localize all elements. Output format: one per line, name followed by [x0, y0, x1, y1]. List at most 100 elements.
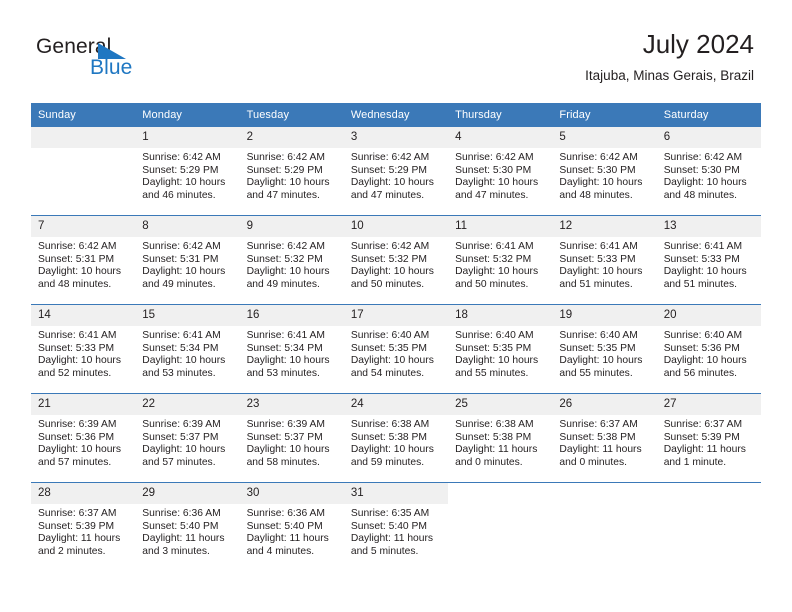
- sunset-text: Sunset: 5:33 PM: [38, 342, 115, 354]
- calendar-day-cell[interactable]: 11 Sunrise: 6:41 AM Sunset: 5:32 PM Dayligh…: [448, 215, 553, 305]
- sunrise-text: Sunrise: 6:40 AM: [663, 330, 743, 341]
- calendar-day-cell[interactable]: 3 Sunrise: 6:42 AM Sunset: 5:29 PM Daylight…: [343, 126, 449, 216]
- daylight-text: Daylight: 11 hours and 0 minutes.: [559, 444, 642, 468]
- sunrise-text: Sunrise: 6:42 AM: [350, 241, 430, 252]
- sunset-text: Sunset: 5:34 PM: [142, 342, 219, 354]
- daylight-text: Daylight: 11 hours and 2 minutes.: [38, 533, 121, 557]
- calendar-day-cell[interactable]: 7 Sunrise: 6:42 AM Sunset: 5:31 PM Daylight…: [31, 215, 136, 305]
- sunset-text: Sunset: 5:30 PM: [455, 164, 532, 176]
- day-sun-info: Sunrise: 6:40 AM Sunset: 5:35 PM Daylight:…: [344, 326, 448, 380]
- weekday-header-saturday: Saturday: [656, 103, 761, 127]
- day-sun-info: Sunrise: 6:42 AM Sunset: 5:29 PM Daylight:…: [135, 148, 239, 202]
- day-sun-info: Sunrise: 6:41 AM Sunset: 5:33 PM Daylight:…: [552, 237, 656, 291]
- calendar-day-cell[interactable]: 25 Sunrise: 6:38 AM Sunset: 5:38 PM Dayligh…: [448, 393, 553, 483]
- day-number: 8: [135, 216, 240, 237]
- calendar-day-cell[interactable]: 30 Sunrise: 6:36 AM Sunset: 5:40 PM Dayligh…: [239, 482, 344, 571]
- calendar-day-cell[interactable]: 29 Sunrise: 6:36 AM Sunset: 5:40 PM Dayligh…: [135, 482, 240, 571]
- calendar-day-cell[interactable]: 20 Sunrise: 6:40 AM Sunset: 5:36 PM Dayligh…: [656, 304, 761, 394]
- calendar-week-row: 1 Sunrise: 6:42 AM Sunset: 5:29 PM Daylight…: [31, 126, 761, 216]
- calendar-day-cell[interactable]: 14 Sunrise: 6:41 AM Sunset: 5:33 PM Dayligh…: [31, 304, 136, 394]
- daylight-text: Daylight: 10 hours and 57 minutes.: [38, 444, 121, 468]
- calendar-day-cell[interactable]: 4 Sunrise: 6:42 AM Sunset: 5:30 PM Daylight…: [448, 126, 553, 216]
- calendar-day-cell[interactable]: 2 Sunrise: 6:42 AM Sunset: 5:29 PM Daylight…: [239, 126, 344, 216]
- calendar-day-cell[interactable]: 21 Sunrise: 6:39 AM Sunset: 5:36 PM Dayligh…: [31, 393, 136, 483]
- calendar-day-cell[interactable]: 8 Sunrise: 6:42 AM Sunset: 5:31 PM Daylight…: [135, 215, 240, 305]
- calendar-day-cell[interactable]: 19 Sunrise: 6:40 AM Sunset: 5:35 PM Dayligh…: [552, 304, 657, 394]
- calendar-week-row: 7 Sunrise: 6:42 AM Sunset: 5:31 PM Daylight…: [31, 215, 761, 305]
- sunset-text: Sunset: 5:37 PM: [142, 431, 219, 443]
- calendar-day-cell[interactable]: 12 Sunrise: 6:41 AM Sunset: 5:33 PM Dayligh…: [552, 215, 657, 305]
- sunset-text: Sunset: 5:35 PM: [559, 342, 636, 354]
- day-sun-info: Sunrise: 6:38 AM Sunset: 5:38 PM Daylight:…: [448, 415, 552, 469]
- weekday-header-wednesday: Wednesday: [343, 103, 449, 127]
- calendar-day-cell[interactable]: 10 Sunrise: 6:42 AM Sunset: 5:32 PM Dayligh…: [343, 215, 449, 305]
- calendar-day-cell[interactable]: 23 Sunrise: 6:39 AM Sunset: 5:37 PM Dayligh…: [239, 393, 344, 483]
- calendar-day-cell[interactable]: 9 Sunrise: 6:42 AM Sunset: 5:32 PM Daylight…: [239, 215, 344, 305]
- calendar-day-cell[interactable]: 31 Sunrise: 6:35 AM Sunset: 5:40 PM Dayligh…: [343, 482, 449, 571]
- sunset-text: Sunset: 5:35 PM: [455, 342, 532, 354]
- sunrise-text: Sunrise: 6:39 AM: [246, 419, 325, 430]
- day-number: [448, 483, 553, 504]
- weekday-header-thursday: Thursday: [448, 103, 553, 127]
- calendar-day-cell[interactable]: 26 Sunrise: 6:37 AM Sunset: 5:38 PM Dayligh…: [552, 393, 657, 483]
- calendar-day-cell[interactable]: 15 Sunrise: 6:41 AM Sunset: 5:34 PM Dayligh…: [135, 304, 240, 394]
- day-sun-info: Sunrise: 6:42 AM Sunset: 5:31 PM Daylight:…: [31, 237, 135, 291]
- day-number: 25: [448, 394, 553, 415]
- calendar-page: General Blue July 2024 Itajuba, Minas Ge…: [0, 0, 792, 612]
- calendar-day-cell[interactable]: 1 Sunrise: 6:42 AM Sunset: 5:29 PM Daylight…: [135, 126, 240, 216]
- brand-logo[interactable]: General Blue: [36, 36, 216, 88]
- sunrise-text: Sunrise: 6:39 AM: [142, 419, 221, 430]
- calendar-day-cell[interactable]: 22 Sunrise: 6:39 AM Sunset: 5:37 PM Dayligh…: [135, 393, 240, 483]
- sunset-text: Sunset: 5:40 PM: [142, 520, 219, 532]
- daylight-text: Daylight: 11 hours and 0 minutes.: [455, 444, 538, 468]
- day-sun-info: Sunrise: 6:40 AM Sunset: 5:35 PM Daylight:…: [448, 326, 552, 380]
- day-number: 6: [656, 127, 761, 148]
- day-sun-info: Sunrise: 6:36 AM Sunset: 5:40 PM Daylight:…: [240, 504, 344, 558]
- day-sun-info: Sunrise: 6:42 AM Sunset: 5:31 PM Daylight:…: [135, 237, 239, 291]
- calendar-day-cell-empty: [448, 482, 553, 571]
- calendar-week-row: 21 Sunrise: 6:39 AM Sunset: 5:36 PM Dayligh…: [31, 393, 761, 483]
- calendar-day-cell[interactable]: 24 Sunrise: 6:38 AM Sunset: 5:38 PM Dayligh…: [343, 393, 449, 483]
- day-number: 5: [552, 127, 657, 148]
- day-number: 21: [31, 394, 136, 415]
- day-number: [552, 483, 657, 504]
- calendar-day-cell[interactable]: 27 Sunrise: 6:37 AM Sunset: 5:39 PM Dayligh…: [656, 393, 761, 483]
- day-sun-info: Sunrise: 6:42 AM Sunset: 5:29 PM Daylight:…: [240, 148, 344, 202]
- calendar-day-cell[interactable]: 16 Sunrise: 6:41 AM Sunset: 5:34 PM Dayligh…: [239, 304, 344, 394]
- calendar-day-cell[interactable]: 17 Sunrise: 6:40 AM Sunset: 5:35 PM Dayligh…: [343, 304, 449, 394]
- daylight-text: Daylight: 10 hours and 57 minutes.: [142, 444, 226, 468]
- day-number: [656, 483, 761, 504]
- sunrise-text: Sunrise: 6:37 AM: [38, 508, 117, 519]
- sunrise-text: Sunrise: 6:35 AM: [350, 508, 430, 519]
- day-number: 2: [239, 127, 344, 148]
- sunset-text: Sunset: 5:29 PM: [350, 164, 427, 176]
- day-sun-info: Sunrise: 6:42 AM Sunset: 5:29 PM Daylight:…: [344, 148, 448, 202]
- daylight-text: Daylight: 10 hours and 49 minutes.: [142, 266, 226, 290]
- sunset-text: Sunset: 5:32 PM: [246, 253, 323, 265]
- calendar-day-cell[interactable]: 13 Sunrise: 6:41 AM Sunset: 5:33 PM Dayligh…: [656, 215, 761, 305]
- sunrise-text: Sunrise: 6:42 AM: [455, 152, 534, 163]
- calendar-week-row: 28 Sunrise: 6:37 AM Sunset: 5:39 PM Dayligh…: [31, 482, 761, 571]
- calendar-day-cell[interactable]: 18 Sunrise: 6:40 AM Sunset: 5:35 PM Dayligh…: [448, 304, 553, 394]
- sunset-text: Sunset: 5:32 PM: [350, 253, 427, 265]
- sunrise-text: Sunrise: 6:41 AM: [142, 330, 221, 341]
- day-sun-info: Sunrise: 6:37 AM Sunset: 5:39 PM Daylight:…: [657, 415, 761, 469]
- day-sun-info: Sunrise: 6:36 AM Sunset: 5:40 PM Daylight:…: [135, 504, 239, 558]
- daylight-text: Daylight: 10 hours and 56 minutes.: [663, 355, 747, 379]
- day-sun-info: Sunrise: 6:42 AM Sunset: 5:30 PM Daylight:…: [657, 148, 761, 202]
- weekday-header-friday: Friday: [552, 103, 657, 127]
- day-sun-info: Sunrise: 6:42 AM Sunset: 5:32 PM Daylight:…: [344, 237, 448, 291]
- daylight-text: Daylight: 10 hours and 53 minutes.: [246, 355, 330, 379]
- day-number: 19: [552, 305, 657, 326]
- daylight-text: Daylight: 10 hours and 50 minutes.: [350, 266, 434, 290]
- day-sun-info: Sunrise: 6:41 AM Sunset: 5:33 PM Daylight:…: [657, 237, 761, 291]
- calendar-day-cell[interactable]: 28 Sunrise: 6:37 AM Sunset: 5:39 PM Dayligh…: [31, 482, 136, 571]
- calendar-day-cell[interactable]: 6 Sunrise: 6:42 AM Sunset: 5:30 PM Daylight…: [656, 126, 761, 216]
- calendar-day-cell[interactable]: 5 Sunrise: 6:42 AM Sunset: 5:30 PM Daylight…: [552, 126, 657, 216]
- sunset-text: Sunset: 5:40 PM: [350, 520, 427, 532]
- sunset-text: Sunset: 5:36 PM: [38, 431, 115, 443]
- day-sun-info: Sunrise: 6:42 AM Sunset: 5:30 PM Daylight:…: [448, 148, 552, 202]
- sunrise-text: Sunrise: 6:41 AM: [559, 241, 638, 252]
- sunrise-text: Sunrise: 6:42 AM: [559, 152, 638, 163]
- location-subtitle: Itajuba, Minas Gerais, Brazil: [585, 68, 754, 83]
